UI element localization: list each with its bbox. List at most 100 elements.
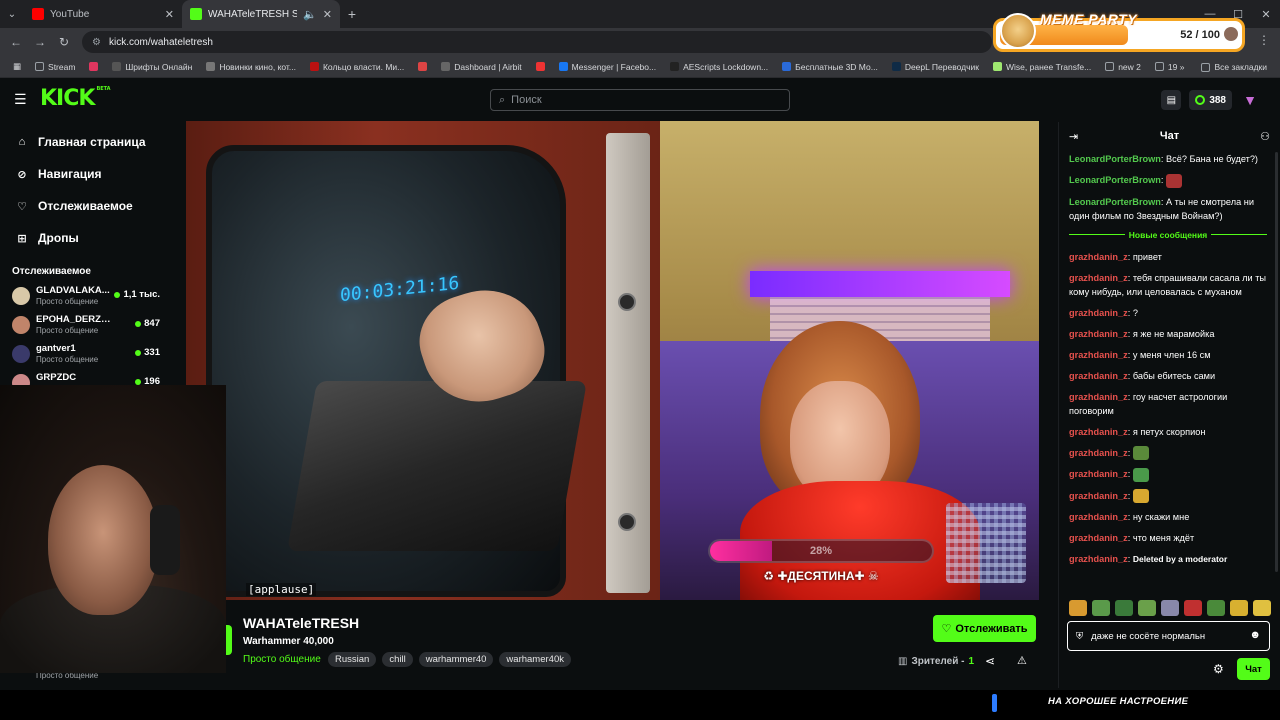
back-icon[interactable]: ← [4,35,28,49]
emote-icon[interactable] [1230,600,1248,616]
bookmark[interactable]: Бесплатные 3D Мо... [777,62,883,72]
video-caption: [applause] [246,583,317,596]
close-icon[interactable]: ✕ [165,8,174,21]
close-window-icon[interactable]: ✕ [1252,8,1280,21]
following-channel[interactable]: EPOHA_DERZKIH Просто общение 847 [0,310,172,339]
emote-icon[interactable] [1069,600,1087,616]
new-tab-button[interactable]: + [340,6,364,22]
chat-input[interactable]: ⛨ даже не сосёте нормальн ☻ [1067,621,1270,651]
bookmark-icon [670,62,680,71]
speaker-icon[interactable]: 🔈 [303,8,317,21]
sidebar-item-following[interactable]: ♡ Отслеживаемое [0,190,172,222]
video-player[interactable]: 00:03:21:16 [applause] 28% ♻ ✚ДЕСЯТИНА✚ … [186,121,1039,600]
bookmark[interactable] [84,62,103,71]
following-channel[interactable]: gantver1 Просто общение 331 [0,339,172,368]
site-info-icon[interactable]: ⚙ [92,37,101,48]
gear-icon[interactable]: ⚙ [1213,662,1224,676]
chat-title: Чат [1159,130,1180,142]
tab-youtube[interactable]: YouTube ✕ [24,0,182,28]
bookmark[interactable]: 19 [1150,62,1182,72]
user-avatar-icon[interactable]: ▼ [1240,90,1260,110]
report-icon[interactable]: ⚠ [1017,654,1027,667]
bookmark[interactable]: Новинки кино, кот... [201,62,301,72]
search-input[interactable]: ⌕ Поиск [490,89,790,111]
chat-scrollbar[interactable] [1275,152,1278,572]
youtube-icon [535,62,545,71]
chat-message: LeonardPorterBrown: Всё? Бана не будет?) [1069,154,1258,164]
tag[interactable]: chill [382,652,413,667]
chat-message: grazhdanin_z: [1069,467,1267,482]
more-bookmarks-icon[interactable]: » [1180,62,1185,72]
goal-label: ♻ ✚ДЕСЯТИНА✚ ☠ [763,569,879,583]
bookmark[interactable]: Dashboard | Airbit [436,62,526,72]
live-dot-icon [114,291,121,298]
avatar [12,286,30,305]
tag[interactable]: warhammer40 [418,652,494,667]
tag[interactable]: warhamer40k [499,652,571,667]
emote-icon[interactable] [1184,600,1202,616]
bookmark-icon [782,62,792,71]
following-list: GLADVALAKA... Просто общение 1,1 тыс. EP… [0,281,172,397]
overlay-accent [992,694,997,712]
bookmark[interactable] [413,62,432,71]
bookmark[interactable] [531,62,550,71]
url-field[interactable]: ⚙ kick.com/wahateletresh [82,31,992,53]
bookmark[interactable]: Шрифты Онлайн [107,62,197,72]
following-channel[interactable]: GLADVALAKA... Просто общение 1,1 тыс. [0,281,172,310]
emote-icon[interactable] [1138,600,1156,616]
sidebar-item-browse[interactable]: ⊘ Навигация [0,158,172,190]
facebook-icon [558,62,568,71]
emote-icon [1132,446,1149,461]
tab-kick-stream[interactable]: WAHATeleTRESH Stream - V 🔈 ✕ [182,0,340,28]
tab-search-icon[interactable]: ⌄ [0,0,24,28]
bookmark[interactable]: AEScripts Lockdown... [665,62,773,72]
follow-button[interactable]: ♡ Отслеживать [933,615,1036,642]
chat-message: grazhdanin_z: привет [1069,251,1162,262]
live-dot-icon [135,320,142,327]
streamer-name[interactable]: WAHATeleTRESH [243,615,359,631]
emote-icon[interactable] [1161,600,1179,616]
kick-coins-button[interactable]: 388 [1189,90,1232,110]
forward-icon[interactable]: → [28,35,52,49]
avatar [12,344,30,363]
live-dot-icon [135,349,142,356]
avatar [12,315,30,334]
all-bookmarks[interactable]: Все закладки [1196,62,1272,72]
send-chat-button[interactable]: Чат [1237,658,1270,680]
neon-light [750,271,1010,297]
emoji-icon[interactable]: ☻ [1249,629,1261,641]
menu-icon[interactable]: ☰ [14,92,28,106]
sidebar-item-drops[interactable]: ⊞ Дропы [0,222,172,254]
tv-clock: 00:03:21:16 [340,272,460,307]
browser-menu-icon[interactable]: ⋮ [1258,33,1270,47]
bookmarks-end: » Все закладки [1180,56,1272,78]
reload-icon[interactable]: ↻ [52,35,76,49]
tv-screen: 00:03:21:16 [206,145,587,597]
webcam-head [48,465,158,615]
bookmark[interactable]: new 2 [1100,62,1146,72]
bookmark[interactable]: Stream [30,62,80,72]
dashboard-icon[interactable]: ▤ [1161,90,1182,110]
new-messages-divider[interactable]: Новые сообщения [1069,230,1267,240]
tag[interactable]: Russian [328,652,377,667]
emote-icon[interactable] [1092,600,1110,616]
chat-message: grazhdanin_z: Deleted by a moderator [1069,554,1228,565]
bookmark[interactable]: DeepL Переводчик [887,62,984,72]
chat-message: grazhdanin_z: [1069,446,1267,461]
search-placeholder: Поиск [511,94,542,106]
bookmark[interactable]: Messenger | Facebo... [554,62,661,72]
emote-icon[interactable] [1253,600,1271,616]
emote-icon[interactable] [1207,600,1225,616]
emote-icon[interactable] [1115,600,1133,616]
apps-icon[interactable]: ▦ [8,61,26,72]
stream-category[interactable]: Просто общение [243,654,321,665]
bookmark[interactable]: Wise, ранее Transfe... [988,62,1096,72]
bookmark[interactable]: Кольцо власти. Ми... [305,62,409,72]
stream-tags: Russian chill warhammer40 warhamer40k [328,652,571,667]
search-icon: ⌕ [499,93,506,106]
close-icon[interactable]: ✕ [323,8,332,21]
share-icon[interactable]: ⋖ [985,654,995,668]
chat-users-icon[interactable]: ⚇ [1260,130,1270,143]
kick-logo[interactable]: KICK BETA [40,86,111,111]
sidebar-item-home[interactable]: ⌂ Главная страница [0,126,172,158]
